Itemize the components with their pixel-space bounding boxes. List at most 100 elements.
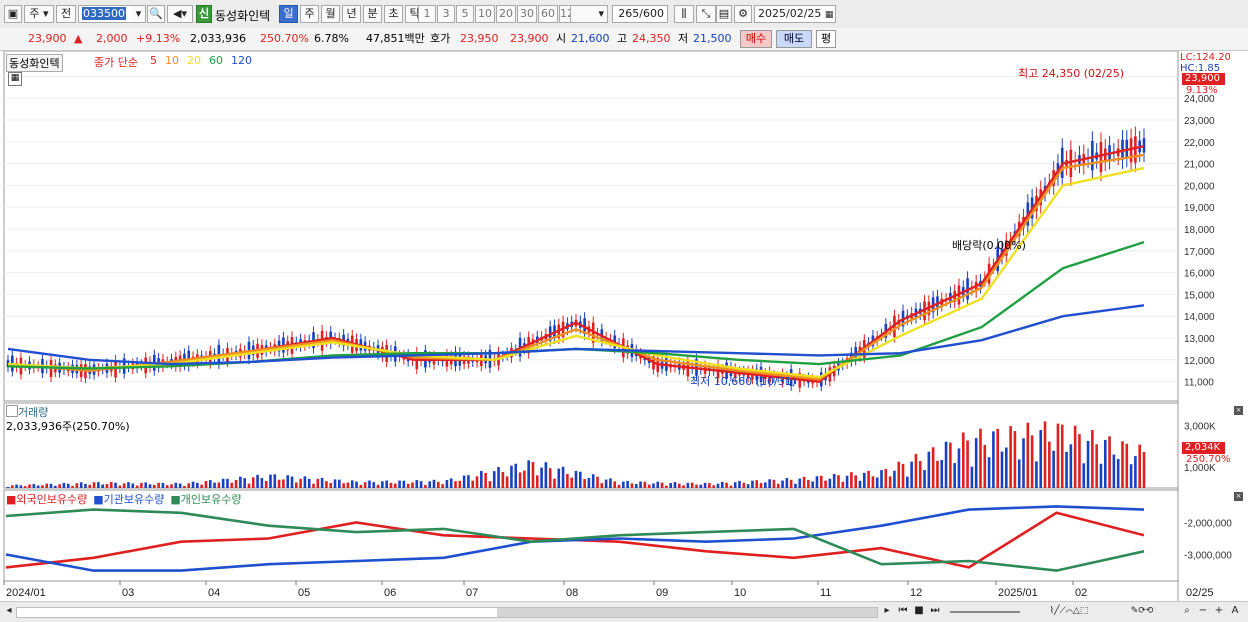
market-select[interactable]: 주 ▾	[24, 5, 54, 23]
interval-tab[interactable]: 3	[437, 5, 455, 23]
volume-bar	[871, 476, 875, 488]
interval-tab[interactable]: 20	[496, 5, 516, 23]
hoga-label: 호가	[430, 32, 451, 45]
buy-button[interactable]: 매수	[740, 30, 772, 48]
ma-period-label[interactable]: 5	[150, 54, 157, 67]
x-axis-label: 2025/01	[998, 587, 1038, 599]
zoom-icon[interactable]: ⌕	[1180, 604, 1194, 618]
speaker-icon[interactable]: ◀▾	[167, 5, 193, 23]
price-panel-title[interactable]: 동성화인텍	[6, 54, 63, 72]
volume-bar	[282, 479, 285, 488]
ma-period-label[interactable]: 120	[231, 54, 252, 67]
interval-tab[interactable]: 30	[517, 5, 537, 23]
volume-bar	[239, 476, 242, 488]
scroll-thumb[interactable]	[497, 608, 877, 617]
period-tab[interactable]: 초	[384, 5, 403, 23]
scroll-left-icon[interactable]: ◂	[2, 604, 16, 618]
volume-bar	[432, 479, 436, 488]
candle-body	[1069, 149, 1073, 178]
eval-button[interactable]: 평	[816, 30, 836, 48]
save-icon[interactable]: ▤	[716, 5, 732, 23]
volume-bar	[893, 470, 896, 488]
volume-bar	[260, 478, 264, 488]
chart-area[interactable]: 25,00024,00023,00022,00021,00020,00019,0…	[0, 51, 1248, 621]
forward-icon[interactable]: ⏭	[928, 604, 942, 618]
interval-tab[interactable]: 60	[538, 5, 558, 23]
credit-badge[interactable]: 신	[196, 5, 212, 23]
volume-bar	[794, 483, 797, 488]
volume-close-icon[interactable]: ×	[1234, 406, 1243, 415]
ma-period-label[interactable]: 10	[165, 54, 179, 67]
quote-bar: 23,900 ▲ 2,000 +9.13% 2,033,936 250.70% …	[0, 28, 1248, 51]
volume-bar	[875, 477, 879, 488]
volume-bar	[647, 484, 651, 488]
volume-bar	[583, 479, 586, 488]
gear-icon[interactable]: ⚙	[734, 5, 752, 23]
stop-icon[interactable]: ■	[912, 604, 926, 618]
volume-bar	[587, 477, 591, 488]
grid-icon[interactable]: ▦	[8, 72, 22, 86]
code-dropdown-icon[interactable]: ▾	[132, 5, 146, 23]
volume-ratio: 250.70%	[260, 32, 309, 45]
ma-period-list: 5 10 20 60 120	[150, 54, 260, 67]
holder-series-label[interactable]: ■외국인보유수량	[6, 493, 87, 506]
period-tab[interactable]: 월	[321, 5, 340, 23]
search-icon[interactable]: 🔍	[147, 5, 165, 23]
interval-tab[interactable]: 1	[418, 5, 436, 23]
volume-bar	[811, 481, 814, 488]
volume-bar	[652, 483, 655, 488]
volume-bar	[23, 486, 27, 488]
zoom-out-icon[interactable]: −	[1196, 604, 1210, 618]
period-tab[interactable]: 주	[300, 5, 319, 23]
volume-bar	[1069, 444, 1073, 488]
ma-line-10	[7, 153, 1145, 381]
volume-bar	[914, 453, 918, 488]
sell-button[interactable]: 매도	[776, 30, 812, 48]
zoom-slider[interactable]	[950, 611, 1020, 613]
period-tab[interactable]: 일	[279, 5, 298, 23]
prev-button[interactable]: 전	[56, 5, 76, 23]
volume-bar	[320, 477, 324, 488]
rewind-icon[interactable]: ⏮	[896, 604, 910, 618]
period-tab[interactable]: 년	[342, 5, 361, 23]
interval-tab[interactable]: 10	[475, 5, 495, 23]
layout-icon[interactable]: ▣	[4, 5, 22, 23]
chart-canvas[interactable]: 25,00024,00023,00022,00021,00020,00019,0…	[0, 51, 1248, 601]
ma-period-label[interactable]: 60	[209, 54, 223, 67]
volume-bar	[505, 476, 509, 488]
volume-bar	[1091, 430, 1094, 488]
period-tab[interactable]: 분	[363, 5, 382, 23]
volume-bar	[355, 481, 358, 488]
scroll-track[interactable]	[16, 607, 878, 618]
holder-series-label[interactable]: ■개인보유수량	[170, 493, 241, 506]
scroll-right-icon[interactable]: ▸	[880, 604, 894, 618]
zoom-in-icon[interactable]: +	[1212, 604, 1226, 618]
price-tick-label: 11,000	[1184, 378, 1214, 389]
x-axis-label: 10	[734, 587, 746, 599]
calendar-icon[interactable]: ▦	[825, 10, 834, 20]
volume-bar	[264, 480, 268, 488]
holder-close-icon[interactable]: ×	[1234, 492, 1243, 501]
interval-tab[interactable]: 5	[456, 5, 474, 23]
volume-bar	[101, 484, 104, 488]
interval-dropdown[interactable]: ▾	[570, 5, 608, 23]
ma-period-label[interactable]: 20	[187, 54, 201, 67]
date-field[interactable]: 2025/02/25 ▦	[754, 5, 836, 23]
holder-series-label[interactable]: ■기관보유수량	[93, 493, 164, 506]
volume-bar	[751, 480, 754, 488]
volume-bar	[936, 460, 939, 488]
volume-bar	[854, 475, 857, 488]
volume-checkbox[interactable]	[6, 405, 18, 417]
more-tools-icon[interactable]: ✎⟳⟲	[1120, 604, 1164, 618]
volume-bar	[643, 481, 647, 488]
volume-bar	[449, 478, 453, 488]
volume-bar	[931, 447, 935, 488]
volume-bar	[949, 442, 952, 488]
candle-icon[interactable]: ⫼	[674, 5, 694, 23]
volume-bar	[1000, 451, 1004, 488]
crosshair-icon[interactable]: ⤡	[696, 5, 716, 23]
count-field[interactable]: 265/600	[612, 5, 668, 23]
drawing-tools-icon[interactable]: ⌇╱⟋⌒△⬚	[1024, 604, 1114, 618]
volume-bar	[393, 483, 397, 488]
font-size-icon[interactable]: A	[1228, 604, 1242, 618]
